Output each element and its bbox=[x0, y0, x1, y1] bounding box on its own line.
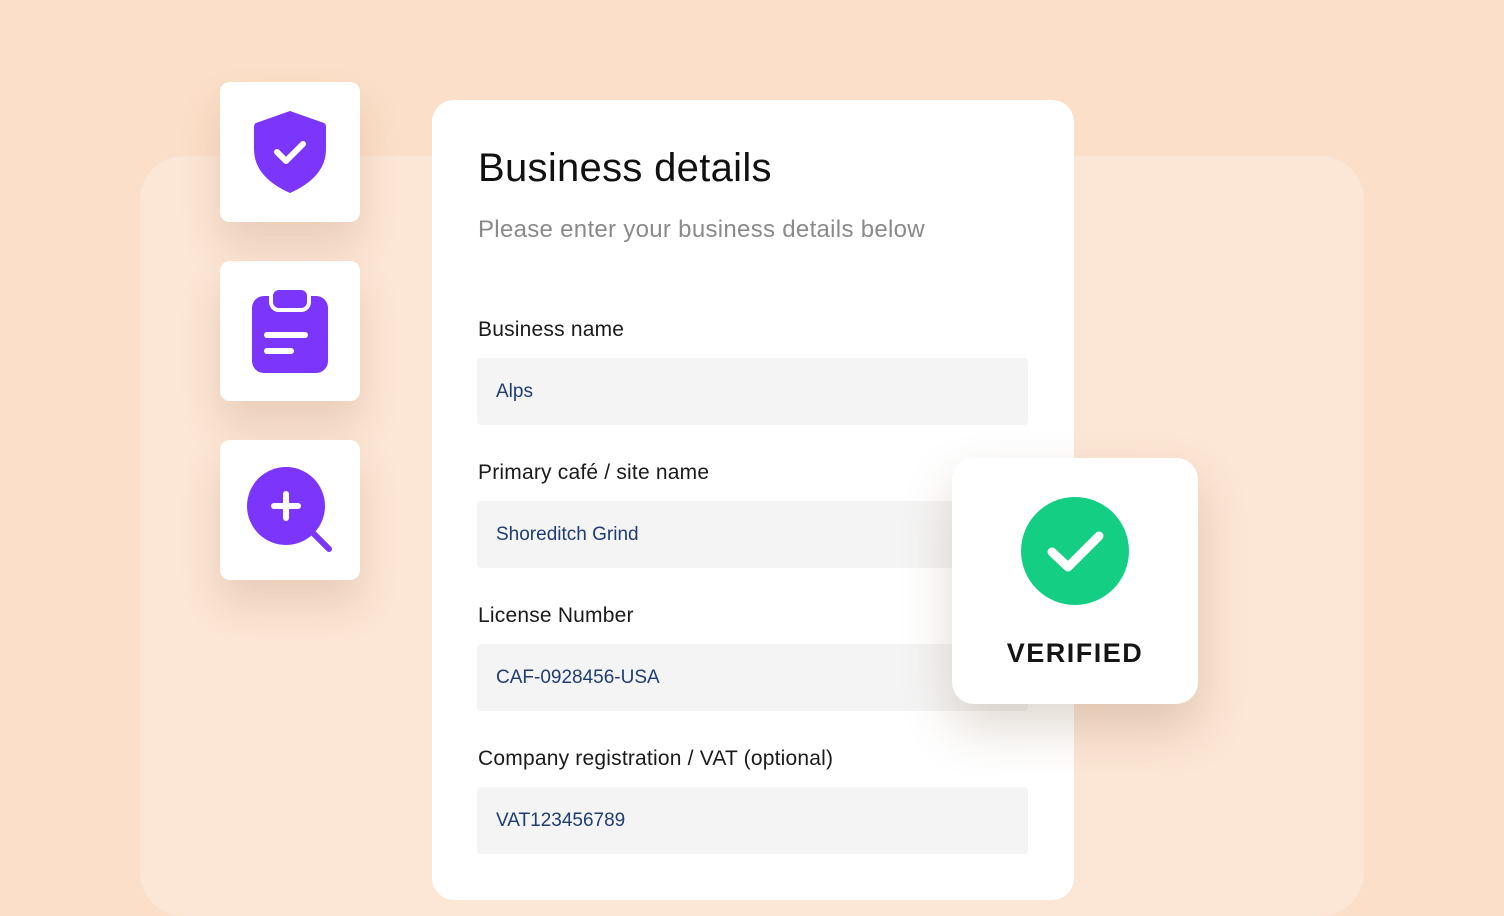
form-subtitle: Please enter your business details below bbox=[478, 216, 925, 243]
site-name-label: Primary café / site name bbox=[478, 461, 710, 484]
verified-badge: VERIFIED bbox=[952, 458, 1198, 704]
business-name-input[interactable] bbox=[477, 358, 1028, 425]
shield-check-icon bbox=[254, 111, 326, 193]
search-card[interactable] bbox=[220, 440, 360, 580]
check-circle-icon bbox=[1021, 497, 1129, 605]
clipboard-card[interactable] bbox=[220, 261, 360, 401]
license-number-input[interactable] bbox=[477, 644, 1028, 711]
business-name-label: Business name bbox=[478, 318, 625, 341]
clipboard-icon bbox=[252, 288, 328, 373]
site-name-input[interactable] bbox=[477, 501, 1028, 568]
form-title: Business details bbox=[478, 146, 772, 190]
verified-label: VERIFIED bbox=[1006, 638, 1144, 668]
search-plus-icon bbox=[247, 467, 332, 552]
vat-label: Company registration / VAT (optional) bbox=[478, 747, 834, 770]
license-number-label: License Number bbox=[478, 604, 634, 627]
shield-card[interactable] bbox=[220, 82, 360, 222]
vat-input[interactable] bbox=[477, 787, 1028, 854]
